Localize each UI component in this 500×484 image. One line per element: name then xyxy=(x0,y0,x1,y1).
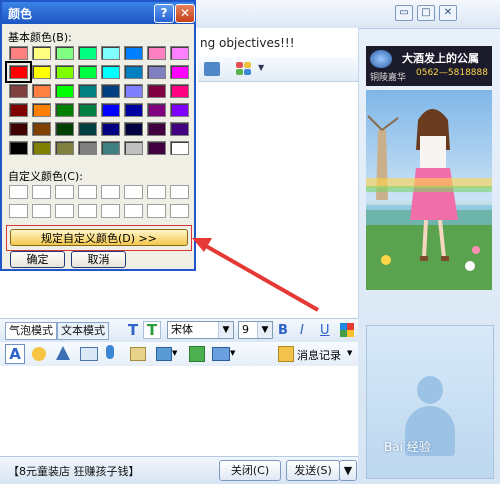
annotation-arrow xyxy=(192,238,319,312)
